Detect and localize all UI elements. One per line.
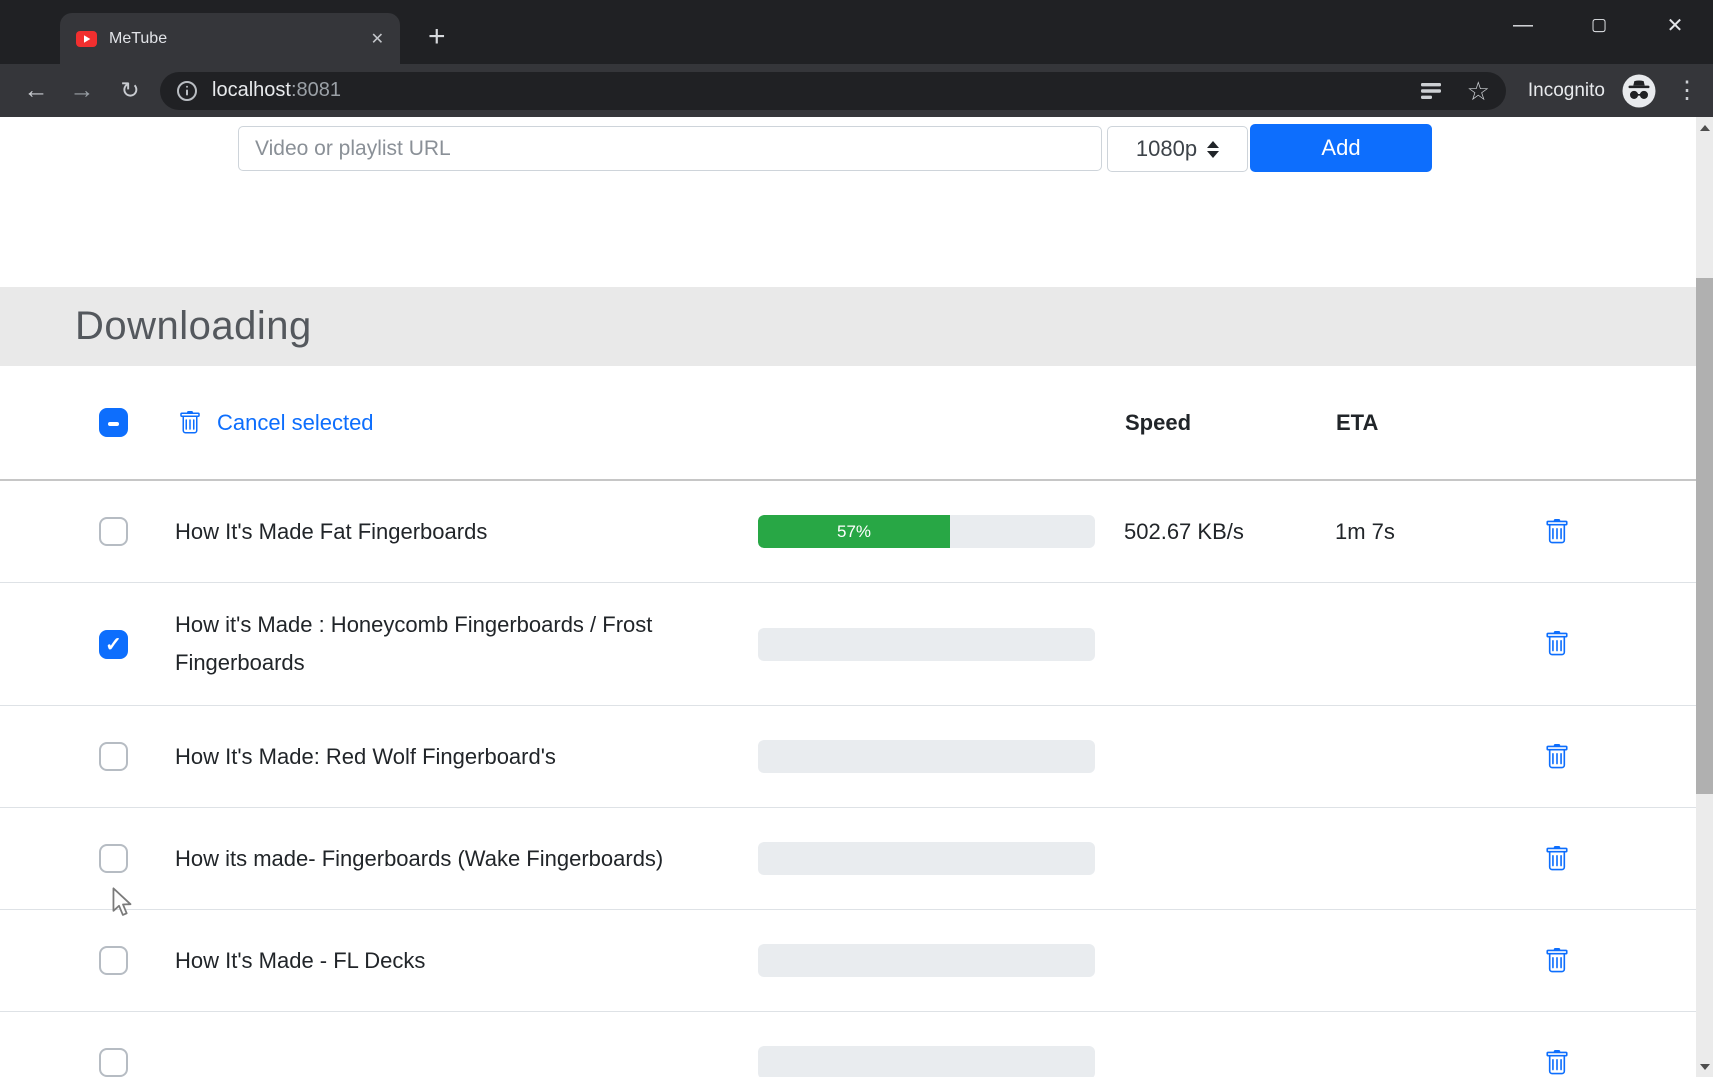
delete-icon[interactable]: [1544, 519, 1570, 545]
download-list-header: Cancel selected Speed ETA: [0, 366, 1696, 481]
scrollbar-thumb[interactable]: [1696, 278, 1713, 794]
incognito-avatar-icon[interactable]: [1621, 73, 1657, 109]
reload-icon[interactable]: ↻: [114, 77, 146, 104]
delete-icon[interactable]: [1544, 744, 1570, 770]
close-icon[interactable]: ✕: [1637, 13, 1713, 38]
progress-bar: [758, 740, 1095, 773]
download-eta: 1m 7s: [1335, 519, 1544, 545]
download-row: How It's Made Fat Fingerboards 57% 502.6…: [0, 481, 1696, 583]
url-text[interactable]: localhost:8081: [212, 79, 341, 102]
progress-bar: [758, 1046, 1095, 1077]
download-title: How its made- Fingerboards (Wake Fingerb…: [175, 840, 690, 878]
add-button[interactable]: Add: [1250, 124, 1432, 172]
address-bar[interactable]: localhost:8081 ☆: [160, 72, 1506, 110]
download-title: How It's Made - FL Decks: [175, 942, 690, 980]
delete-icon[interactable]: [1544, 846, 1570, 872]
quality-value: 1080p: [1136, 136, 1197, 162]
browser-tab[interactable]: MeTube ✕: [60, 13, 400, 64]
scrollbar[interactable]: [1696, 117, 1713, 1077]
download-title: How It's Made Fat Fingerboards: [175, 513, 690, 551]
eta-column-header: ETA: [1336, 410, 1570, 436]
row-checkbox[interactable]: [99, 742, 128, 771]
delete-icon[interactable]: [1544, 1050, 1570, 1076]
incognito-label: Incognito: [1528, 80, 1605, 102]
url-host: localhost: [212, 79, 291, 101]
row-checkbox[interactable]: [99, 844, 128, 873]
back-icon[interactable]: ←: [20, 76, 52, 105]
cancel-selected-link[interactable]: Cancel selected: [217, 410, 1125, 436]
progress-bar: [758, 628, 1095, 661]
section-title: Downloading: [75, 304, 312, 349]
new-tab-icon[interactable]: +: [428, 22, 446, 52]
download-list: How It's Made Fat Fingerboards 57% 502.6…: [0, 481, 1696, 1077]
progress-bar: [758, 944, 1095, 977]
trash-icon[interactable]: [178, 411, 202, 435]
progress-label: 57%: [837, 522, 871, 542]
row-checkbox[interactable]: [99, 630, 128, 659]
browser-toolbar: ← → ↻ localhost:8081 ☆ Incognito ⋮: [0, 64, 1713, 117]
download-row: How It's Made: Red Wolf Fingerboard's: [0, 706, 1696, 808]
window-controls: — ▢ ✕: [1485, 0, 1713, 50]
add-url-section: 1080p Add: [0, 117, 1696, 287]
video-url-input[interactable]: [238, 126, 1102, 171]
download-row: How It's Made - FL Decks: [0, 910, 1696, 1012]
download-title: How it's Made : Honeycomb Fingerboards /…: [175, 606, 690, 682]
mouse-cursor: [110, 887, 136, 917]
tab-close-icon[interactable]: ✕: [371, 29, 384, 49]
download-row: How it's Made : Honeycomb Fingerboards /…: [0, 583, 1696, 706]
forward-icon[interactable]: →: [66, 76, 98, 105]
row-checkbox[interactable]: [99, 1048, 128, 1077]
download-row: How its made- Fingerboards (Wake Fingerb…: [0, 808, 1696, 910]
progress-bar: [758, 842, 1095, 875]
progress-fill: 57%: [758, 515, 950, 548]
section-band: Downloading: [0, 287, 1696, 366]
metube-favicon-icon: [76, 31, 97, 47]
tab-title: MeTube: [109, 30, 167, 48]
bookmark-star-icon[interactable]: ☆: [1467, 78, 1490, 104]
row-checkbox[interactable]: [99, 517, 128, 546]
row-checkbox[interactable]: [99, 946, 128, 975]
select-all-checkbox[interactable]: [99, 408, 128, 437]
scroll-up-icon[interactable]: [1696, 119, 1713, 136]
select-arrows-icon: [1207, 141, 1219, 158]
url-port: :8081: [291, 79, 341, 101]
speed-column-header: Speed: [1125, 410, 1336, 436]
reading-list-icon[interactable]: [1419, 80, 1443, 102]
progress-bar: 57%: [758, 515, 1095, 548]
minimize-icon[interactable]: —: [1485, 14, 1561, 37]
delete-icon[interactable]: [1544, 948, 1570, 974]
browser-menu-icon[interactable]: ⋮: [1675, 76, 1695, 105]
download-row: [0, 1012, 1696, 1077]
quality-select[interactable]: 1080p: [1107, 126, 1248, 172]
download-title: How It's Made: Red Wolf Fingerboard's: [175, 738, 690, 776]
download-speed: 502.67 KB/s: [1124, 519, 1335, 545]
metube-page: 1080p Add Downloading Cancel selected Sp…: [0, 117, 1696, 1077]
maximize-icon[interactable]: ▢: [1561, 15, 1637, 35]
delete-icon[interactable]: [1544, 631, 1570, 657]
browser-titlebar: MeTube ✕ + — ▢ ✕: [0, 0, 1713, 64]
scroll-down-icon[interactable]: [1696, 1058, 1713, 1075]
info-icon[interactable]: [176, 80, 198, 102]
